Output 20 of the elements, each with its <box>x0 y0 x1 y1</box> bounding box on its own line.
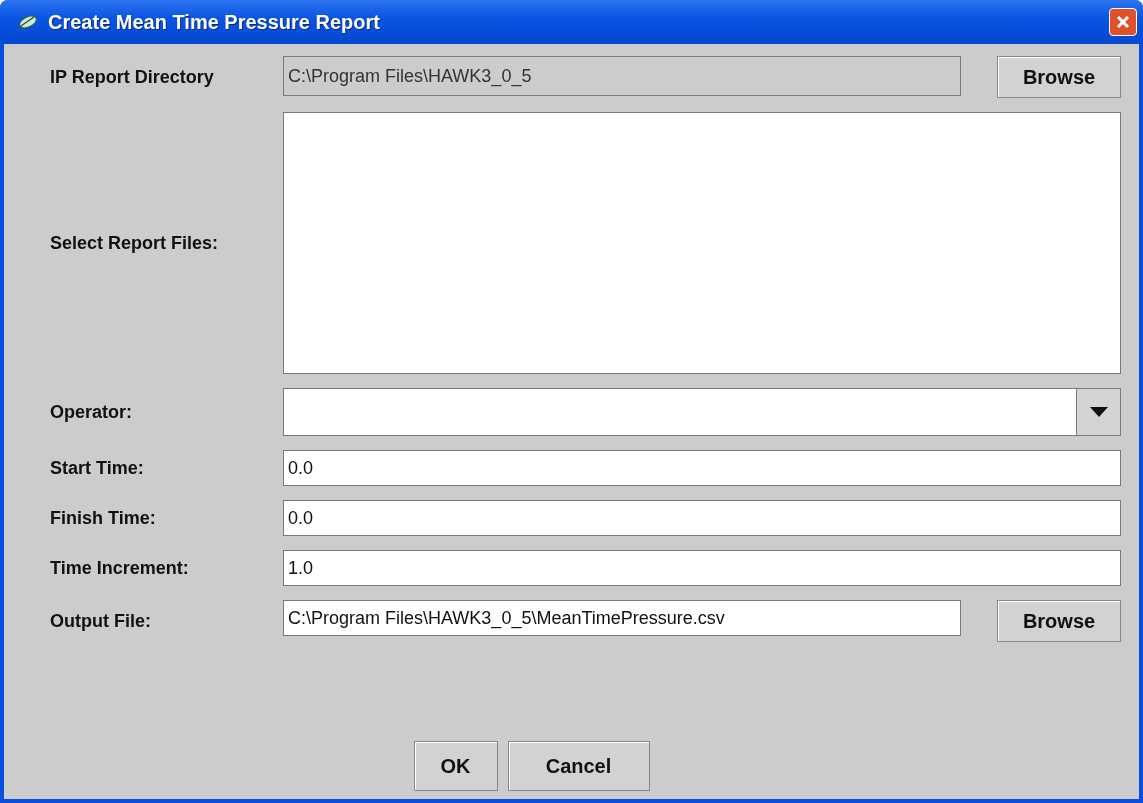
field-label: Output File: <box>50 609 152 633</box>
text-field[interactable]: 0.0 <box>283 500 1121 536</box>
field-label: IP Report Directory <box>50 65 215 89</box>
window-title: Create Mean Time Pressure Report <box>48 10 381 35</box>
text-field[interactable]: C:\Program Files\HAWK3_0_5\MeanTimePressure.csv <box>283 600 961 636</box>
browse-button[interactable]: Browse <box>997 600 1121 642</box>
field-label: Select Report Files: <box>50 231 220 255</box>
leaf-icon <box>16 14 38 30</box>
caret-icon <box>1089 407 1108 417</box>
field-label: Finish Time: <box>50 506 157 530</box>
ok-button[interactable]: OK <box>413 741 498 791</box>
text-field[interactable]: 0.0 <box>283 450 1121 486</box>
field-label: Operator: <box>50 400 133 424</box>
field-label: Time Increment: <box>50 556 190 580</box>
cancel-button[interactable]: Cancel <box>507 741 650 791</box>
close-icon <box>1115 14 1131 30</box>
text-field[interactable]: 1.0 <box>283 550 1121 586</box>
field-label: Start Time: <box>50 456 145 480</box>
close-button[interactable] <box>1109 8 1137 36</box>
operator-dropdown[interactable] <box>283 388 1121 436</box>
